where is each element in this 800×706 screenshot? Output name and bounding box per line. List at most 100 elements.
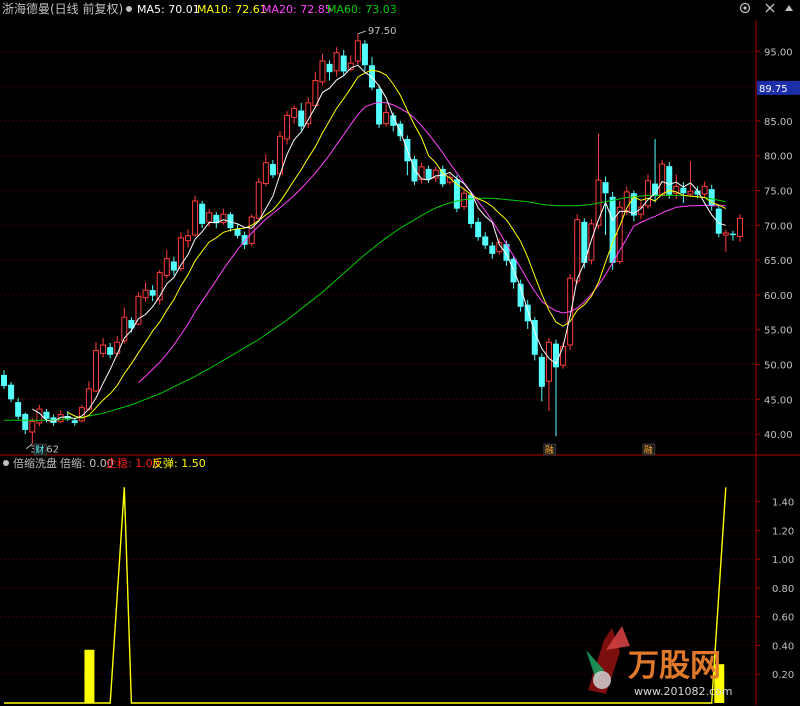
y-tick-label: 75.00 — [764, 187, 793, 198]
candle-body — [93, 350, 99, 392]
y-tick-label: 50.00 — [764, 361, 793, 372]
event-marker-label: 融 — [545, 445, 554, 456]
candle-body — [199, 203, 206, 224]
candle-body — [15, 402, 22, 417]
indicator-name: 倍缩洗盘 — [13, 456, 57, 470]
indicator-y-tick-label: 0.40 — [772, 641, 794, 652]
current-price-label: 89.75 — [759, 84, 788, 95]
y-tick-label: 45.00 — [764, 395, 793, 406]
candle-body — [291, 107, 298, 118]
candle-body — [170, 261, 177, 271]
candle-body — [248, 216, 255, 244]
y-tick-label: 95.00 — [764, 47, 793, 58]
candle-body — [29, 421, 36, 433]
candle-body — [269, 164, 276, 176]
candle-body — [538, 356, 545, 387]
candle-body — [482, 236, 489, 246]
close-icon[interactable] — [765, 3, 775, 13]
candle-body — [475, 221, 482, 238]
candle-body — [149, 290, 156, 296]
candle-body — [185, 235, 191, 242]
candle-body — [722, 232, 729, 236]
y-tick-label: 40.00 — [764, 430, 793, 441]
indicator-y-tick-label: 1.40 — [772, 498, 794, 509]
y-tick-label: 85.00 — [764, 117, 793, 128]
candle-body — [545, 341, 552, 382]
candle-body — [262, 162, 269, 185]
candle-body — [560, 345, 567, 366]
candle-body — [284, 114, 291, 140]
candle-body — [1, 374, 7, 387]
candle-body — [107, 347, 114, 355]
candle-body — [737, 217, 743, 237]
high-price-label: 97.50 — [368, 26, 397, 37]
collapse-icon[interactable] — [785, 5, 793, 11]
watermark-brand: 万股网 — [628, 648, 721, 684]
candle-body — [255, 181, 262, 219]
y-tick-label: 60.00 — [764, 291, 793, 302]
event-marker-label: 融 — [644, 445, 653, 456]
indicator-y-tick-label: 1.00 — [772, 555, 794, 566]
candle-body — [369, 65, 375, 88]
indicator-y-tick-label: 0.60 — [772, 613, 794, 624]
indicator-signal-line — [4, 487, 727, 704]
candle-body — [142, 289, 149, 299]
candle-body — [8, 384, 15, 400]
candle-body — [312, 80, 319, 107]
candle-body — [298, 110, 305, 127]
candle-body — [114, 341, 121, 354]
ma10-legend: MA10: 72.61 — [197, 3, 267, 16]
stock-title: 浙海德曼(日线 前复权) — [2, 1, 123, 16]
settings-icon[interactable] — [739, 2, 751, 14]
candle-body — [397, 123, 404, 137]
candle-body — [326, 63, 333, 73]
indicator-y-tick-label: 0.20 — [772, 670, 794, 681]
chart-stage: 40.00 45.00 50.00 55.00 60.00 65.00 70.00 75.00… — [0, 1, 800, 705]
candle-body — [574, 219, 581, 282]
indicator-y-tick-label: 1.20 — [772, 526, 794, 537]
candle-body — [121, 316, 128, 342]
candle-body — [687, 190, 694, 195]
candle-body — [220, 213, 227, 224]
candle-body — [524, 304, 531, 322]
candle-body — [680, 187, 687, 194]
candle-body — [100, 344, 107, 354]
candle-body — [163, 258, 170, 276]
candle-body — [71, 420, 78, 423]
candle-body — [609, 196, 616, 263]
candle-body — [602, 182, 609, 194]
candle-body — [36, 408, 43, 424]
ma20-legend: MA20: 72.85 — [262, 3, 332, 16]
candle-body — [206, 212, 213, 223]
candle-body — [361, 43, 368, 66]
candle-body — [729, 233, 736, 236]
y-tick-label: 65.00 — [764, 256, 793, 267]
candle-body — [701, 185, 708, 195]
indicator-bar — [84, 649, 95, 703]
candle-body — [340, 55, 347, 72]
watermark-logo: 万股网 www.201082.com — [586, 626, 732, 698]
candle-body — [354, 40, 361, 62]
candle-body — [177, 237, 184, 269]
y-tick-label: 80.00 — [764, 152, 793, 163]
candle-body — [425, 168, 432, 180]
candle-body — [333, 52, 340, 72]
candle-body — [489, 245, 496, 254]
ma10-line — [67, 69, 727, 419]
candle-body — [588, 223, 595, 261]
ma20-line — [138, 101, 726, 383]
ma-legend-dot — [126, 6, 132, 12]
candle-body — [376, 88, 383, 125]
event-marker-label: 财 — [35, 444, 44, 456]
price-panel: 40.00 45.00 50.00 55.00 60.00 65.00 70.00 75.00… — [0, 20, 800, 705]
candle-body — [135, 295, 142, 325]
candle-body — [319, 60, 326, 83]
indicator-value-fantan: 反弹: 1.50 — [152, 456, 206, 470]
candle-body — [418, 166, 425, 180]
candle-body — [305, 102, 312, 125]
candle-body — [383, 112, 390, 125]
indicator-y-tick-label: 0.80 — [772, 584, 794, 595]
candle-body — [22, 413, 29, 430]
indicator-legend-dot — [3, 460, 9, 466]
high-marker — [357, 30, 367, 35]
